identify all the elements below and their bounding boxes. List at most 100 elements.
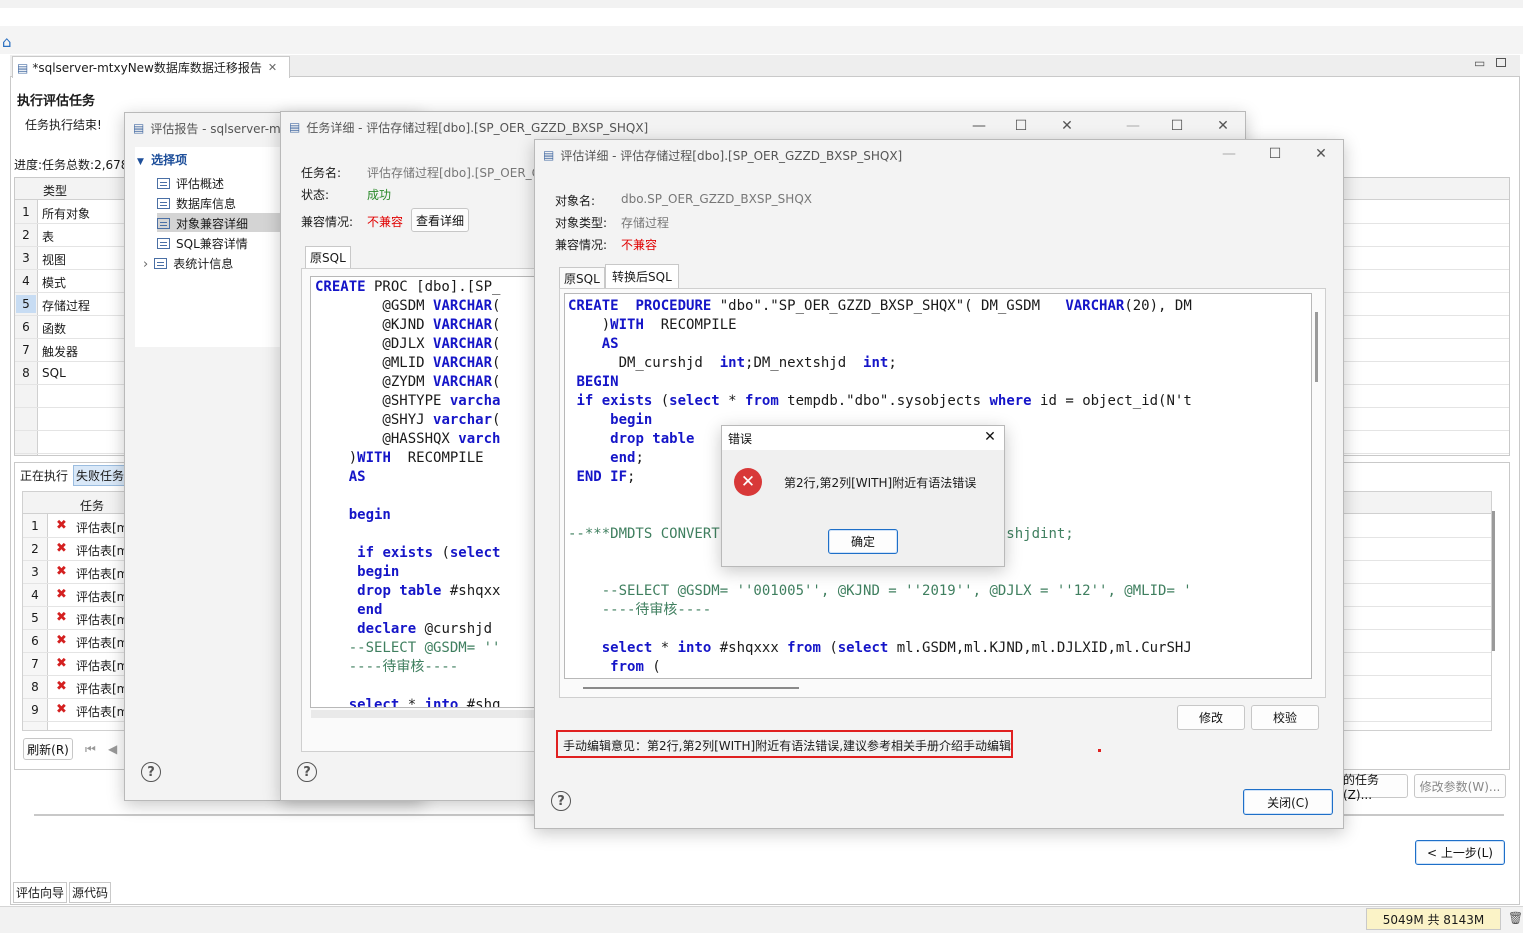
- task-scrollbar[interactable]: [1492, 511, 1495, 651]
- obj-name-label: 对象名:: [555, 194, 596, 208]
- modify-params-button[interactable]: 修改参数(W)...: [1414, 774, 1506, 798]
- ok-button[interactable]: 确定: [828, 529, 898, 554]
- tab-migration-report[interactable]: ▤ *sqlserver-mtxyNew数据库数据迁移报告 ✕: [12, 56, 290, 78]
- tree-item[interactable]: SQL兼容详情: [157, 233, 285, 252]
- task-compat-label: 兼容情况:: [301, 215, 354, 229]
- table-icon: [157, 238, 170, 249]
- task-help-icon[interactable]: ?: [297, 762, 317, 782]
- type-header: 类型: [43, 184, 68, 198]
- type-label: SQL: [42, 366, 66, 380]
- chevron-right-icon[interactable]: ›: [143, 257, 148, 272]
- row-number: 3: [31, 565, 39, 579]
- progress-label: 进度:任务总数:2,678: [14, 158, 129, 172]
- first-page-icon[interactable]: ⏮: [85, 742, 96, 757]
- tab-failed[interactable]: 失败任务: [73, 465, 128, 486]
- maximize-icon[interactable]: ☐: [1265, 146, 1285, 162]
- row-number: 5: [31, 611, 39, 625]
- minimize-icon[interactable]: —: [1123, 118, 1143, 134]
- error-dialog-titlebar[interactable]: 错误: [722, 426, 1004, 450]
- row-number: 9: [31, 703, 39, 717]
- row-number: 8: [22, 366, 30, 380]
- task-label: 评估表[m: [76, 659, 129, 673]
- gc-icon[interactable]: 🗑: [1508, 911, 1523, 925]
- chevron-down-icon[interactable]: ▼: [137, 157, 144, 167]
- close-button[interactable]: 关闭(C): [1243, 789, 1333, 815]
- task-label: 评估表[m: [76, 567, 129, 581]
- eval-sql-hscroll[interactable]: [583, 687, 799, 689]
- tab-original-sql[interactable]: 原SQL: [559, 267, 605, 289]
- maximize-icon[interactable]: [1496, 58, 1506, 67]
- maximize-icon[interactable]: ☐: [1011, 118, 1031, 134]
- verify-button[interactable]: 校验: [1251, 705, 1319, 730]
- row-number: 1: [22, 205, 30, 219]
- red-dot-mark: [1098, 749, 1101, 752]
- tree-root-label: 选择项: [151, 153, 188, 167]
- status-bar: [0, 906, 1523, 933]
- row-number: 3: [22, 251, 30, 265]
- eval-window-icon: ▤: [543, 148, 555, 162]
- failed-icon: ✖: [56, 587, 67, 602]
- minimize-icon[interactable]: —: [1219, 146, 1239, 162]
- tree-item-label: 表统计信息: [173, 257, 234, 271]
- modify-button[interactable]: 修改: [1177, 705, 1245, 730]
- eval-help-icon[interactable]: ?: [551, 791, 571, 811]
- task-header: 任务: [80, 499, 105, 513]
- task-name-label: 任务名:: [301, 166, 342, 180]
- tab-original-sql[interactable]: 原SQL: [305, 246, 351, 268]
- table-icon: [154, 258, 168, 269]
- tree-item[interactable]: 评估概述: [157, 173, 285, 192]
- failed-icon: ✖: [56, 656, 67, 671]
- task-sql-editor[interactable]: CREATE PROC [dbo].[SP_ @GSDM VARCHAR( @K…: [310, 276, 536, 708]
- task-window-titlebar[interactable]: ▤ 任务详细 - 评估存储过程[dbo].[SP_OER_GZZD_BXSP_S…: [281, 112, 1245, 142]
- minimize-icon[interactable]: ▭: [1474, 56, 1485, 70]
- memory-indicator[interactable]: 5049M 共 8143M: [1366, 908, 1501, 930]
- failed-icon: ✖: [56, 702, 67, 717]
- row-number: 7: [31, 657, 39, 671]
- close-icon[interactable]: ✕: [1213, 118, 1233, 134]
- report-tree: ▼ 选择项 评估概述 数据库信息 对象兼容详细 SQL兼容详情 › 表统计信息: [135, 147, 285, 347]
- tree-root[interactable]: ▼ 选择项: [137, 151, 187, 168]
- close-icon[interactable]: ✕: [1057, 118, 1077, 134]
- row-number: 8: [31, 680, 39, 694]
- prev-page-icon[interactable]: ◀: [108, 742, 117, 756]
- refresh-button[interactable]: 刷新(R): [23, 738, 73, 760]
- tab-converted-sql[interactable]: 转换后SQL: [605, 264, 679, 288]
- task-window-icon: ▤: [289, 120, 301, 134]
- task-label: 评估表[m: [76, 705, 129, 719]
- close-icon[interactable]: ✕: [268, 61, 277, 74]
- error-dialog: 错误 ✕ ✕ 第2行,第2列[WITH]附近有语法错误 确定: [721, 425, 1005, 567]
- section-title: 执行评估任务: [17, 94, 96, 109]
- tab-running[interactable]: 正在执行: [18, 466, 70, 485]
- task-name-value: 评估存储过程[dbo].[SP_OER_G: [367, 166, 541, 180]
- minimize-icon[interactable]: —: [969, 118, 989, 134]
- prev-step-button[interactable]: < 上一步(L): [1415, 840, 1505, 865]
- task-sql-hscroll[interactable]: [311, 710, 536, 718]
- report-help-icon[interactable]: ?: [141, 762, 161, 782]
- eval-compat-label: 兼容情况:: [555, 238, 608, 252]
- tree-item[interactable]: 数据库信息: [157, 193, 285, 212]
- close-icon[interactable]: ✕: [1311, 146, 1331, 162]
- type-label: 函数: [42, 322, 67, 336]
- tree-item[interactable]: 对象兼容详细: [157, 213, 285, 232]
- tree-item[interactable]: › 表统计信息: [143, 253, 285, 272]
- bottom-tab-wizard[interactable]: 评估向导: [13, 882, 68, 903]
- type-label: 表: [42, 230, 55, 244]
- maximize-icon[interactable]: ☐: [1167, 118, 1187, 134]
- task-window-title: 任务详细 - 评估存储过程[dbo].[SP_OER_GZZD_BXSP_SHQ…: [306, 120, 649, 135]
- failed-icon: ✖: [56, 541, 67, 556]
- task-label: 评估表[m: [76, 521, 129, 535]
- bottom-tab-source[interactable]: 源代码: [69, 882, 112, 903]
- failed-icon: ✖: [56, 610, 67, 625]
- error-dialog-title: 错误: [728, 431, 753, 446]
- type-label: 所有对象: [42, 207, 91, 221]
- task-label: 评估表[m: [76, 544, 129, 558]
- task-label: 评估表[m: [76, 682, 129, 696]
- row-number: 6: [31, 634, 39, 648]
- view-detail-button[interactable]: 查看详细: [411, 208, 469, 232]
- eval-sql-vscroll[interactable]: [1315, 312, 1318, 382]
- type-label: 存储过程: [42, 299, 91, 313]
- tasks-button[interactable]: 的任务(Z)...: [1340, 773, 1408, 802]
- home-icon[interactable]: ⌂: [2, 33, 12, 51]
- close-icon[interactable]: ✕: [980, 429, 1000, 445]
- row-number: 5: [16, 295, 36, 313]
